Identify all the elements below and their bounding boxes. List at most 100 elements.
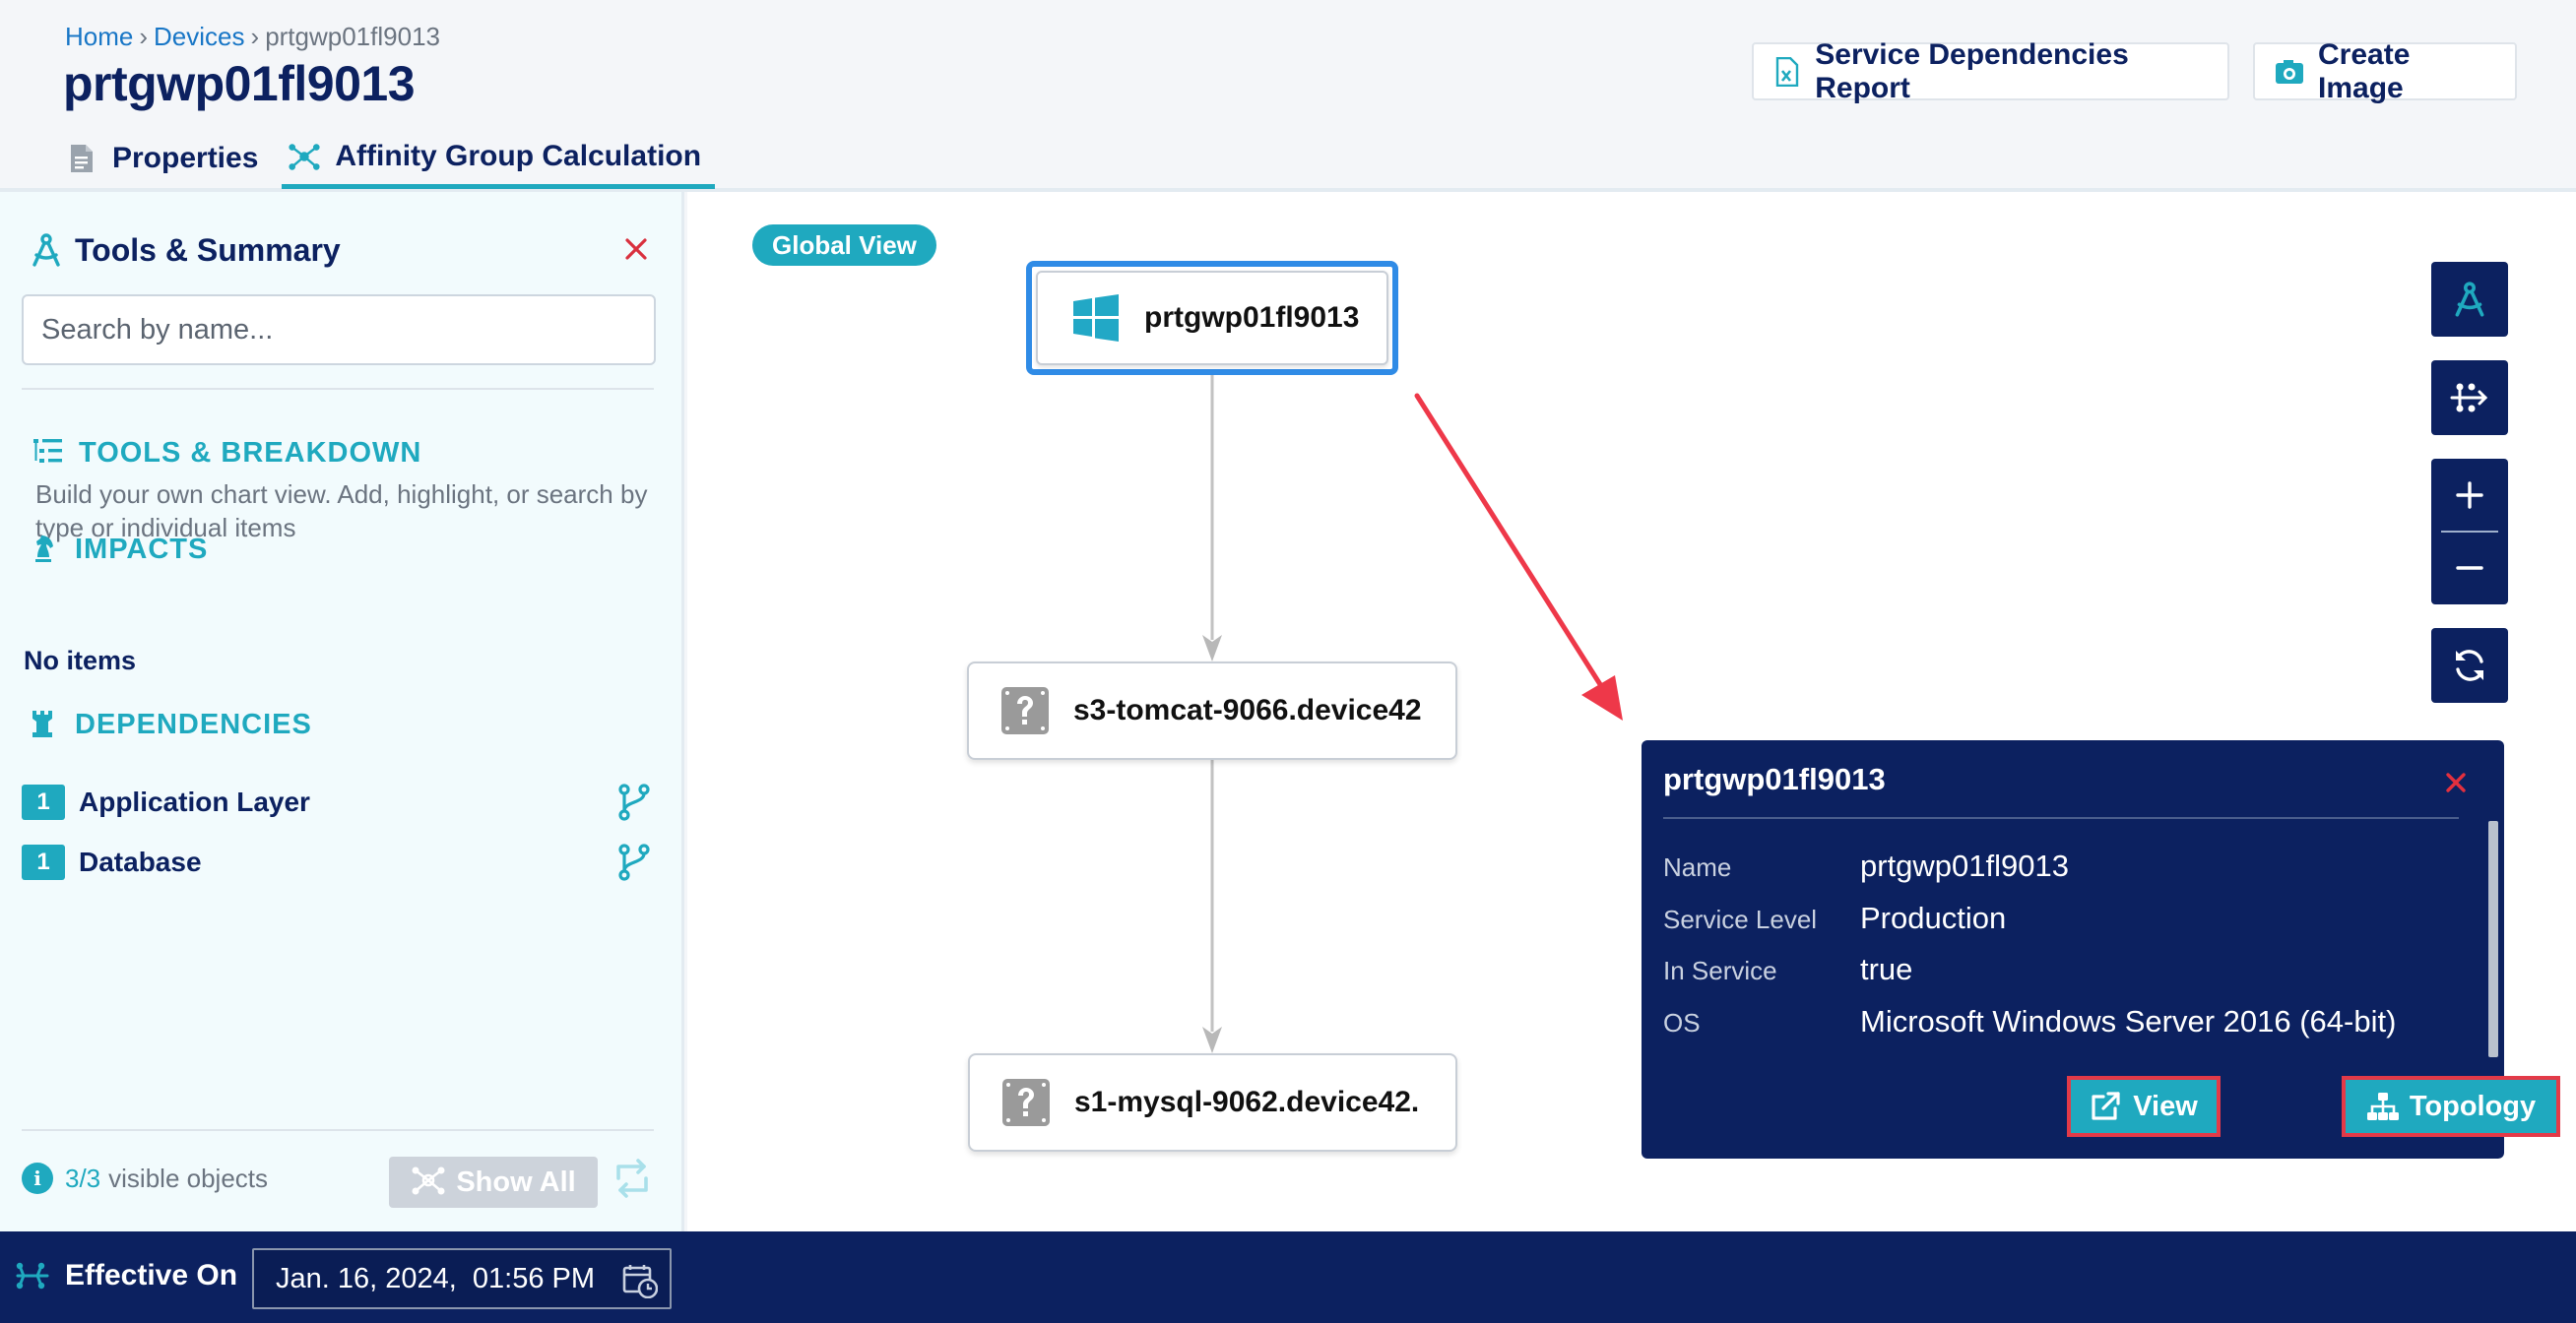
zoom-in-button[interactable] bbox=[2431, 459, 2508, 532]
tab-label: Properties bbox=[112, 142, 259, 174]
page-header: Home › Devices › prtgwp01fl9013 prtgwp01fl90… bbox=[0, 0, 2576, 192]
tab-label: Affinity Group Calculation bbox=[335, 139, 702, 172]
property-row: Name prtgwp01fl9013 bbox=[1663, 849, 2471, 884]
graph-node-s3-tomcat[interactable]: s3-tomcat-9066.device42 bbox=[967, 662, 1457, 760]
view-button[interactable]: View bbox=[2067, 1076, 2221, 1137]
section-heading-text: IMPACTS bbox=[75, 533, 209, 565]
tools-breakdown-heading[interactable]: TOOLS & BREAKDOWN bbox=[32, 436, 421, 470]
property-key: In Service bbox=[1663, 956, 1777, 985]
graph-node-prtgwp01fl9013[interactable]: prtgwp01fl9013 bbox=[1026, 261, 1398, 375]
dependency-row-application-layer[interactable]: 1 Application Layer bbox=[22, 783, 652, 822]
label-text: Effective On bbox=[65, 1259, 238, 1292]
popup-scrollbar[interactable] bbox=[2488, 821, 2498, 1057]
excel-file-icon bbox=[1773, 56, 1801, 87]
show-all-button[interactable]: Show All bbox=[389, 1157, 598, 1208]
close-panel-button[interactable] bbox=[618, 231, 654, 267]
effective-on-bar: Effective On Jan. 16, 2024, 01:56 PM bbox=[0, 1231, 2576, 1323]
tab-properties[interactable]: Properties bbox=[59, 128, 272, 189]
dependency-row-database[interactable]: 1 Database bbox=[22, 843, 652, 882]
unknown-device-icon bbox=[1001, 1078, 1051, 1127]
section-heading-text: DEPENDENCIES bbox=[75, 708, 312, 740]
button-label: View bbox=[2133, 1090, 2198, 1122]
breadcrumb-home[interactable]: Home bbox=[65, 22, 133, 51]
page-title: prtgwp01fl9013 bbox=[63, 56, 416, 111]
global-view-badge[interactable]: Global View bbox=[752, 224, 936, 266]
close-icon bbox=[625, 238, 647, 260]
refresh-button[interactable] bbox=[2431, 628, 2508, 703]
tab-bar: Properties Affinity Group Calculation bbox=[59, 128, 725, 192]
list-tree-icon bbox=[32, 436, 65, 470]
breadcrumb-separator: › bbox=[139, 22, 149, 51]
close-popup-button[interactable] bbox=[2439, 766, 2473, 799]
breadcrumb-devices[interactable]: Devices bbox=[154, 22, 244, 51]
divider bbox=[22, 1129, 654, 1131]
visible-count: 3/3 bbox=[65, 1163, 101, 1193]
layout-button[interactable] bbox=[2431, 360, 2508, 435]
sitemap-icon bbox=[2366, 1091, 2399, 1122]
node-label: s3-tomcat-9066.device42 bbox=[1073, 694, 1422, 726]
divider bbox=[22, 388, 654, 390]
node-details-popup: prtgwp01fl9013 Name prtgwp01fl9013 Servi… bbox=[1642, 740, 2560, 1159]
topology-button[interactable]: Topology bbox=[2342, 1076, 2560, 1137]
network-icon bbox=[288, 140, 321, 173]
breadcrumb-separator: › bbox=[250, 22, 260, 51]
branch-icon[interactable] bbox=[616, 843, 652, 882]
camera-icon bbox=[2275, 57, 2304, 87]
search-input[interactable] bbox=[22, 294, 656, 365]
visible-label: visible objects bbox=[108, 1163, 269, 1193]
tab-affinity-group-calculation[interactable]: Affinity Group Calculation bbox=[282, 128, 716, 189]
breadcrumb: Home › Devices › prtgwp01fl9013 bbox=[65, 22, 440, 52]
breadcrumb-current: prtgwp01fl9013 bbox=[265, 22, 440, 51]
windows-icon bbox=[1071, 293, 1121, 343]
button-label: Create Image bbox=[2318, 37, 2411, 104]
unknown-device-icon bbox=[1000, 686, 1050, 735]
effective-on-label: Effective On bbox=[14, 1257, 237, 1294]
impacts-heading[interactable]: IMPACTS bbox=[28, 533, 208, 566]
timeline-icon bbox=[14, 1257, 51, 1294]
calendar-clock-icon[interactable] bbox=[622, 1263, 659, 1299]
property-key: Service Level bbox=[1663, 905, 1818, 934]
property-row: OS Microsoft Windows Server 2016 (64-bit… bbox=[1663, 1004, 2471, 1040]
impacts-empty-text: No items bbox=[24, 646, 137, 675]
panel-title: Tools & Summary bbox=[28, 231, 341, 269]
close-icon bbox=[2446, 773, 2466, 792]
button-label: Service Dependencies Report bbox=[1815, 37, 2129, 104]
visible-objects-summary: i 3/3 visible objects bbox=[22, 1163, 268, 1194]
drafting-compass-icon bbox=[28, 231, 65, 269]
chess-rook-icon bbox=[28, 708, 61, 741]
dependencies-heading[interactable]: DEPENDENCIES bbox=[28, 708, 312, 741]
button-label: Topology bbox=[2409, 1090, 2537, 1122]
zoom-out-button[interactable] bbox=[2431, 532, 2508, 604]
count-badge: 1 bbox=[22, 845, 65, 880]
create-image-button[interactable]: Create Image bbox=[2253, 38, 2517, 104]
property-value: Microsoft Windows Server 2016 (64-bit) bbox=[1860, 1004, 2397, 1039]
panel-title-text: Tools & Summary bbox=[75, 231, 341, 268]
property-value: Production bbox=[1860, 901, 2007, 935]
graph-node-s1-mysql[interactable]: s1-mysql-9062.device42. bbox=[968, 1053, 1457, 1152]
reset-view-button[interactable] bbox=[611, 1157, 654, 1200]
service-dependencies-report-button[interactable]: Service Dependencies Report bbox=[1752, 38, 2229, 104]
property-key: OS bbox=[1663, 1008, 1701, 1038]
button-label: Show All bbox=[456, 1166, 576, 1198]
section-heading-text: TOOLS & BREAKDOWN bbox=[79, 436, 422, 469]
effective-date-input[interactable]: Jan. 16, 2024, 01:56 PM bbox=[252, 1248, 672, 1309]
app-root: Home › Devices › prtgwp01fl9013 prtgwp01fl90… bbox=[0, 0, 2576, 1323]
property-row: Service Level Production bbox=[1663, 901, 2471, 936]
node-body: prtgwp01fl9013 bbox=[1036, 271, 1388, 365]
external-link-icon bbox=[2090, 1091, 2121, 1122]
node-label: s1-mysql-9062.device42. bbox=[1074, 1086, 1420, 1118]
property-key: Name bbox=[1663, 852, 1732, 882]
property-value: prtgwp01fl9013 bbox=[1860, 849, 2069, 883]
divider bbox=[1663, 817, 2459, 819]
minus-icon bbox=[2456, 566, 2483, 570]
info-icon: i bbox=[22, 1163, 53, 1194]
popup-title: prtgwp01fl9013 bbox=[1663, 762, 1886, 796]
plus-icon bbox=[2456, 481, 2483, 509]
date-value: Jan. 16, 2024, 01:56 PM bbox=[276, 1262, 596, 1294]
branch-icon[interactable] bbox=[616, 783, 652, 822]
tools-toggle-button[interactable] bbox=[2431, 262, 2508, 337]
dependency-label: Application Layer bbox=[79, 787, 310, 817]
tools-summary-panel: Tools & Summary TOOLS & BREAKDOWN Build … bbox=[0, 192, 684, 1231]
swap-arrows-icon bbox=[616, 1159, 648, 1198]
count-badge: 1 bbox=[22, 785, 65, 820]
